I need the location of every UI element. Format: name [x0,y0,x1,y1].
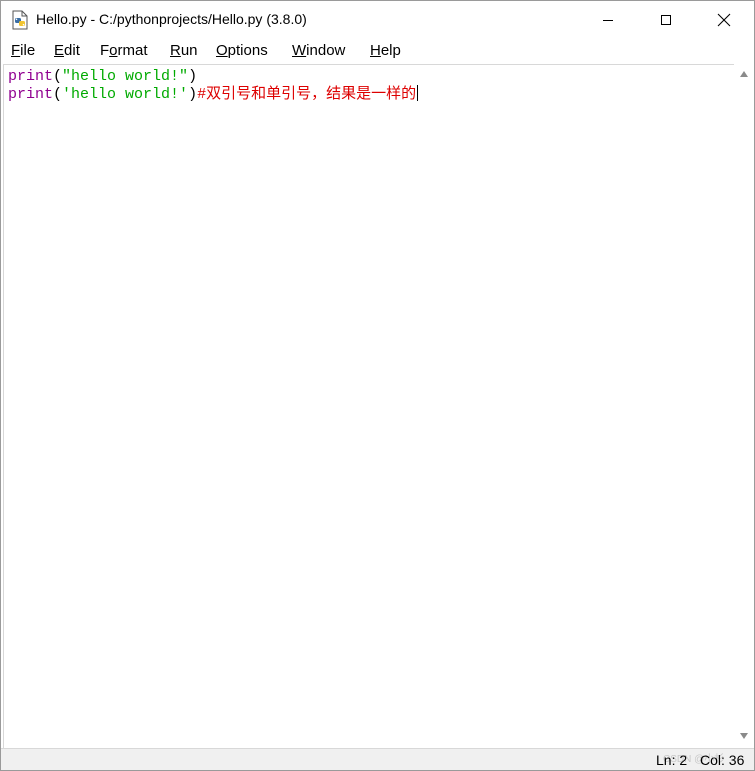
python-file-icon [12,10,28,30]
idle-editor-window: Hello.py - C:/pythonprojects/Hello.py (3… [0,0,755,771]
close-paren: ) [188,86,198,103]
status-line-number: Ln: 2 [656,752,688,768]
menu-format[interactable]: Format [100,42,148,59]
menu-format-label: rmat [117,42,148,59]
menu-file-accel: F [11,42,21,59]
menu-file[interactable]: File [11,42,35,59]
menu-edit-accel: E [54,42,65,59]
arrow-down-icon[interactable] [739,732,749,740]
menu-run-accel: R [170,42,181,59]
menu-options-label: ptions [227,42,268,59]
code-editor[interactable]: print("hello world!") print('hello world… [3,64,734,749]
menu-window[interactable]: Window [292,42,345,59]
close-button[interactable] [695,1,753,39]
code-line-1: print("hello world!") [8,68,197,85]
menu-run-label: un [180,42,198,59]
menu-help-accel: H [370,42,381,59]
menu-file-label: ile [20,42,36,59]
menu-edit[interactable]: Edit [54,42,80,59]
menu-run[interactable]: Run [170,42,198,59]
menu-options[interactable]: Options [216,42,268,59]
status-bar: CSDN @小杉 Ln: 2 Col: 36 [1,748,754,770]
string-literal: "hello world!" [62,68,189,85]
close-icon [717,13,731,27]
menu-window-accel: W [292,42,307,59]
text-cursor [417,85,419,101]
menu-format-accel: o [109,42,118,59]
maximize-button[interactable] [637,1,695,39]
menu-help[interactable]: Help [370,42,401,59]
menu-window-label: indow [306,42,346,59]
builtin-print: print [8,68,54,85]
title-bar[interactable]: Hello.py - C:/pythonprojects/Hello.py (3… [1,1,754,39]
close-paren: ) [188,68,198,85]
minimize-icon [603,20,613,21]
code-line-2: print('hello world!')#双引号和单引号，结果是一样的 [8,85,419,103]
minimize-button[interactable] [579,1,637,39]
status-column-number: Col: 36 [700,752,745,768]
menu-options-accel: O [216,42,228,59]
menu-edit-label: dit [64,42,80,59]
maximize-icon [661,15,671,25]
menu-format-pre: F [100,42,110,59]
menu-bar: File Edit Format Run Options Window Help [1,39,754,64]
arrow-up-icon[interactable] [739,70,749,78]
string-literal: 'hello world!' [62,86,189,103]
window-title: Hello.py - C:/pythonprojects/Hello.py (3… [36,11,307,27]
menu-help-label: elp [380,42,401,59]
builtin-print: print [8,86,54,103]
vertical-scrollbar[interactable] [734,64,754,748]
open-paren: ( [53,68,63,85]
open-paren: ( [53,86,63,103]
comment: #双引号和单引号，结果是一样的 [197,86,417,103]
